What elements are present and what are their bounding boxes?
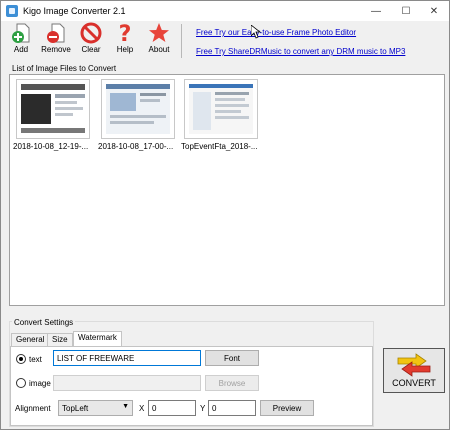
sharedrmusic-link[interactable]: Free Try ShareDRMusic to convert any DRM… <box>196 47 405 56</box>
minimize-icon: — <box>371 5 381 17</box>
toolbar-separator <box>181 24 182 58</box>
remove-icon <box>47 23 65 43</box>
convert-label: CONVERT <box>392 378 436 388</box>
image-thumbnail <box>184 79 258 139</box>
text-radio[interactable] <box>16 354 26 364</box>
add-label: Add <box>13 45 29 54</box>
image-file-list[interactable]: 2018-10-08_12-19-... 2018-10-08_17-00-..… <box>9 74 445 306</box>
app-icon <box>6 5 18 17</box>
about-button[interactable]: About <box>141 22 177 60</box>
maximize-icon: ☐ <box>401 5 411 17</box>
alignment-select[interactable]: TopLeft ▼ <box>58 400 133 416</box>
remove-button[interactable]: Remove <box>38 22 74 60</box>
list-item[interactable]: 2018-10-08_17-00-... <box>98 79 178 151</box>
watermark-text-input[interactable]: LIST OF FREEWARE <box>53 350 201 366</box>
preview-button[interactable]: Preview <box>260 400 314 416</box>
remove-label: Remove <box>41 45 71 54</box>
title-bar: Kigo Image Converter 2.1 — ☐ ✕ <box>1 1 449 21</box>
alignment-value: TopLeft <box>62 404 89 413</box>
svg-text:?: ? <box>119 22 132 44</box>
y-label: Y <box>200 404 206 413</box>
file-list-label: List of Image Files to Convert <box>12 64 117 73</box>
app-window: Kigo Image Converter 2.1 — ☐ ✕ Add Remov… <box>0 0 450 430</box>
image-thumbnail <box>16 79 90 139</box>
chevron-down-icon: ▼ <box>122 403 129 410</box>
clear-label: Clear <box>81 45 101 54</box>
text-radio-label: text <box>29 355 42 364</box>
image-thumbnail <box>101 79 175 139</box>
image-radio[interactable] <box>16 378 26 388</box>
file-name: 2018-10-08_12-19-... <box>13 142 89 151</box>
convert-button[interactable]: CONVERT <box>383 348 445 393</box>
tab-size[interactable]: Size <box>47 333 73 346</box>
convert-settings-title: Convert Settings <box>12 318 76 327</box>
file-name: TopEventFta_2018-... <box>181 142 258 151</box>
list-item[interactable]: 2018-10-08_12-19-... <box>13 79 93 151</box>
x-offset-input[interactable]: 0 <box>148 400 196 416</box>
help-label: Help <box>116 45 134 54</box>
help-icon: ? <box>119 22 132 44</box>
close-button[interactable]: ✕ <box>419 1 449 21</box>
window-title: Kigo Image Converter 2.1 <box>23 6 126 16</box>
maximize-button[interactable]: ☐ <box>391 1 421 21</box>
about-label: About <box>148 45 170 54</box>
tab-watermark[interactable]: Watermark <box>73 331 122 347</box>
tab-general[interactable]: General <box>11 333 50 346</box>
mouse-cursor-icon <box>251 25 261 39</box>
help-button[interactable]: ? Help <box>107 22 143 60</box>
alignment-label: Alignment <box>15 404 51 413</box>
file-name: 2018-10-08_17-00-... <box>98 142 174 151</box>
image-radio-label: image <box>29 379 51 388</box>
add-icon <box>12 23 30 43</box>
clear-button[interactable]: Clear <box>73 22 109 60</box>
clear-icon <box>80 22 102 44</box>
about-icon <box>149 23 169 42</box>
toolbar: Add Remove Clear ? Help About Free Try o… <box>1 21 449 61</box>
list-item[interactable]: TopEventFta_2018-... <box>181 79 261 151</box>
font-button[interactable]: Font <box>205 350 259 366</box>
browse-button[interactable]: Browse <box>205 375 259 391</box>
watermark-image-path-input[interactable] <box>53 375 201 391</box>
frame-editor-link[interactable]: Free Try our Easy-to-use Frame Photo Edi… <box>196 28 356 37</box>
minimize-button[interactable]: — <box>361 1 391 21</box>
add-button[interactable]: Add <box>3 22 39 60</box>
y-offset-input[interactable]: 0 <box>208 400 256 416</box>
convert-arrows-icon <box>397 353 431 377</box>
close-icon: ✕ <box>429 5 439 17</box>
x-label: X <box>139 404 145 413</box>
